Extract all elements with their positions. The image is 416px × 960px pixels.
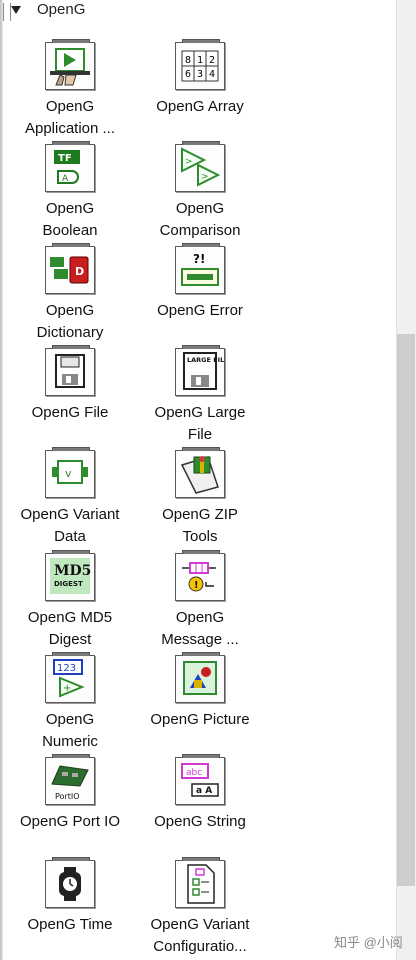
md5-icon-subtext: DIGEST [54,580,83,588]
collapse-arrow-icon[interactable] [11,6,21,14]
palette-item-label: OpenG Numeric [42,711,98,750]
error-icon-text: ?! [193,252,205,266]
watermark: 知乎 @小阅 [334,935,403,950]
array-cell: 2 [209,55,215,66]
svg-text:>: > [185,157,193,167]
palette-item-label: OpenG Variant Data [20,506,120,545]
application-control-icon [45,39,95,90]
palette-item-label: OpenG Large File [154,404,246,443]
boolean-icon: TF A [45,141,95,192]
md5-digest-icon: MD5 DIGEST [45,550,95,601]
palette-item-picture[interactable]: OpenG Picture [137,652,263,731]
array-cell: 4 [209,69,215,80]
palette-header[interactable]: OpenG [0,0,396,22]
palette-item-label: OpenG Picture [150,711,250,728]
string-icon-text: abc [186,768,202,778]
palette-item-port-io[interactable]: PortIO OpenG Port IO [7,754,133,833]
array-cell: 8 [185,55,191,66]
array-icon: 8 1 2 6 3 4 [175,39,225,90]
palette-item-label: OpenG MD5 Digest [27,609,113,648]
port-io-icon-text: PortIO [55,792,80,801]
array-cell: 6 [185,69,191,80]
picture-icon [175,652,225,703]
palette-item-application[interactable]: OpenG Application ... [7,39,133,139]
file-icon [45,345,95,396]
string-icon-subtext: a A [196,786,212,796]
palette-item-dictionary[interactable]: D OpenG Dictionary [7,243,133,343]
palette-item-variant-data[interactable]: v OpenG Variant Data [7,447,133,547]
svg-text:v: v [65,467,72,480]
grip-handle[interactable] [3,3,11,21]
time-icon [45,857,95,908]
palette-item-string[interactable]: abc a A OpenG String [137,754,263,833]
svg-text:!: ! [194,580,199,591]
palette-item-label: OpenG Boolean [42,200,98,239]
palette-item-large-file[interactable]: LARGE FILE OpenG Large File [137,345,263,445]
variant-data-icon: v [45,447,95,498]
variant-configuration-icon [175,857,225,908]
palette-item-label: OpenG Message ... [161,609,239,648]
svg-text:+: + [63,683,71,694]
palette-item-label: OpenG Comparison [159,200,241,239]
palette-item-zip-tools[interactable]: OpenG ZIP Tools [137,447,263,547]
palette-item-label: OpenG ZIP Tools [162,506,238,545]
array-cell: 1 [197,55,203,66]
palette-item-label: OpenG Port IO [19,813,121,830]
numeric-icon-text: 123 [57,663,76,674]
message-queue-icon: ! [175,550,225,601]
palette-item-label: OpenG File [31,404,109,421]
panel-left-edge [0,0,3,960]
palette-title: OpenG [37,1,86,18]
palette-item-time[interactable]: OpenG Time [7,857,133,936]
palette-item-label: OpenG Error [157,302,243,319]
palette-item-label: OpenG Dictionary [36,302,104,341]
svg-text:>: > [201,172,209,182]
comparison-icon: > > [175,141,225,192]
palette-item-label: OpenG Time [27,916,113,933]
dictionary-icon-text: D [75,265,84,278]
boolean-icon-text: TF [58,153,72,164]
palette-item-variant-config[interactable]: OpenG Variant Configuratio... [137,857,263,957]
dictionary-icon: D [45,243,95,294]
palette-item-comparison[interactable]: > > OpenG Comparison [137,141,263,241]
palette-item-md5[interactable]: MD5 DIGEST OpenG MD5 Digest [7,550,133,650]
scrollbar-thumb[interactable] [397,334,415,886]
large-file-icon-text: LARGE FILE [187,356,224,364]
array-cell: 3 [197,69,203,80]
string-icon: abc a A [175,754,225,805]
palette-item-label: OpenG Array [156,98,244,115]
palette-item-error[interactable]: ?! OpenG Error [137,243,263,322]
zip-tools-icon [175,447,225,498]
palette-item-numeric[interactable]: 123 + OpenG Numeric [7,652,133,752]
palette-item-boolean[interactable]: TF A OpenG Boolean [7,141,133,241]
large-file-icon: LARGE FILE [175,345,225,396]
palette-item-label: OpenG Application ... [24,98,116,137]
port-io-icon: PortIO [45,754,95,805]
palette-item-file[interactable]: OpenG File [7,345,133,424]
md5-icon-text: MD5 [54,563,91,579]
palette-item-array[interactable]: 8 1 2 6 3 4 OpenG Array [137,39,263,118]
palette-item-label: OpenG Variant Configuratio... [150,916,250,955]
error-icon: ?! [175,243,225,294]
palette-item-label: OpenG String [154,813,246,830]
svg-text:A: A [62,174,69,184]
palette-item-message[interactable]: ! OpenG Message ... [137,550,263,650]
numeric-icon: 123 + [45,652,95,703]
